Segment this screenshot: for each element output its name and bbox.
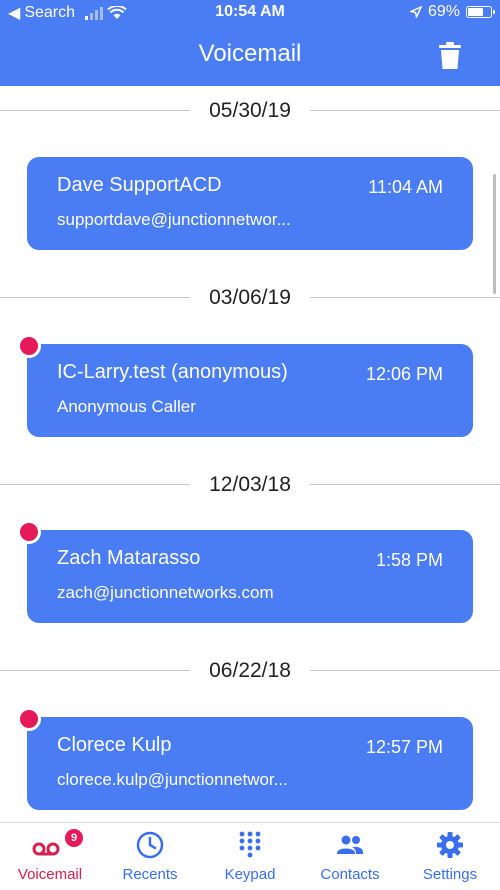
- caller-detail: zach@junctionnetworks.com: [57, 583, 274, 602]
- date-label: 12/03/18: [209, 473, 291, 496]
- gear-icon: [437, 832, 463, 858]
- voicemail-time: 12:57 PM: [365, 737, 443, 757]
- tab-settings[interactable]: Settings: [400, 823, 500, 890]
- caller-name: Clorece Kulp: [57, 734, 172, 756]
- date-separator: 12/03/18: [0, 464, 500, 504]
- caller-detail: supportdave@junctionnetwor...: [57, 210, 291, 229]
- caller-detail: clorece.kulp@junctionnetwor...: [57, 770, 288, 789]
- date-label: 05/30/19: [209, 99, 291, 122]
- tab-label: Voicemail: [17, 866, 83, 883]
- caller-name: IC-Larry.test (anonymous): [57, 361, 288, 383]
- contacts-icon: [337, 835, 363, 854]
- caller-detail: Anonymous Caller: [57, 397, 196, 416]
- date-separator: 03/06/19: [0, 277, 500, 317]
- voicemail-time: 12:06 PM: [365, 364, 443, 384]
- unread-indicator: [17, 707, 41, 731]
- tab-keypad[interactable]: Keypad: [200, 823, 300, 890]
- tab-recents[interactable]: Recents: [100, 823, 200, 890]
- unread-indicator: [17, 520, 41, 544]
- battery-percent: 69%: [427, 3, 460, 20]
- location-arrow-icon: [409, 6, 422, 18]
- voicemail-time: 11:04 AM: [368, 177, 443, 197]
- voicemail-card[interactable]: IC-Larry.test (anonymous) 12:06 PM Anony…: [17, 334, 473, 437]
- app-header: ◀ Search 10:54 AM 69% Voicemail: [0, 0, 500, 86]
- tab-label: Keypad: [224, 866, 276, 883]
- battery-icon: [466, 6, 495, 18]
- voicemail-icon: [32, 842, 60, 856]
- tab-voicemail[interactable]: 9 Voicemail: [0, 823, 100, 890]
- scrollbar[interactable]: [493, 174, 496, 294]
- caller-name: Zach Matarasso: [57, 547, 201, 569]
- caller-name: Dave SupportACD: [57, 174, 222, 196]
- date-separator: 05/30/19: [0, 90, 500, 130]
- status-bar: ◀ Search 10:54 AM 69%: [0, 3, 500, 25]
- voicemail-list[interactable]: 05/30/19 Dave SupportACD 11:04 AM suppor…: [0, 86, 500, 822]
- tab-label: Recents: [122, 866, 178, 883]
- status-right: 69%: [409, 3, 495, 21]
- unread-indicator: [17, 334, 41, 358]
- tab-bar: 9 Voicemail Recents Keypad Contacts Sett…: [0, 822, 500, 890]
- keypad-icon: [239, 831, 261, 858]
- unread-count-badge: 9: [65, 829, 83, 847]
- tab-label: Settings: [422, 866, 478, 883]
- page-title: Voicemail: [198, 40, 302, 67]
- trash-icon[interactable]: [438, 42, 462, 70]
- voicemail-card[interactable]: Dave SupportACD 11:04 AM supportdave@jun…: [27, 157, 473, 250]
- date-label: 06/22/18: [209, 659, 291, 682]
- tab-label: Contacts: [320, 866, 380, 883]
- voicemail-card[interactable]: Clorece Kulp 12:57 PM clorece.kulp@junct…: [17, 707, 473, 810]
- date-label: 03/06/19: [209, 286, 291, 309]
- clock-icon: [136, 831, 164, 859]
- voicemail-card[interactable]: Zach Matarasso 1:58 PM zach@junctionnetw…: [17, 520, 473, 623]
- tab-contacts[interactable]: Contacts: [300, 823, 400, 890]
- voicemail-time: 1:58 PM: [375, 550, 443, 570]
- date-separator: 06/22/18: [0, 650, 500, 690]
